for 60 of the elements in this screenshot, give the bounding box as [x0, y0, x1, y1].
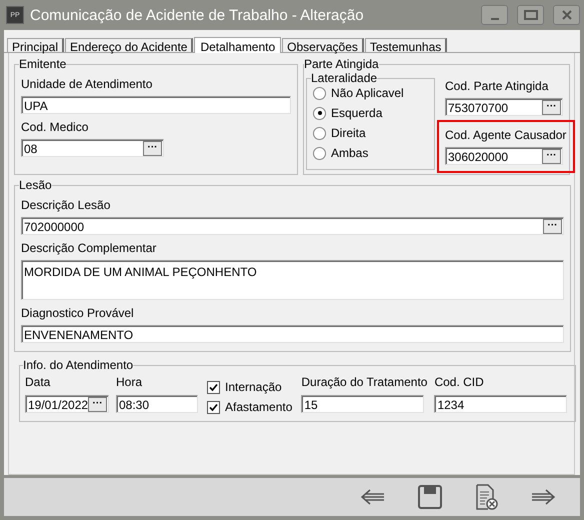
maximize-icon — [524, 10, 538, 20]
lookup-button[interactable]: ··· — [143, 140, 162, 156]
input-field[interactable]: 702000000 ··· — [21, 217, 564, 235]
forward-arrow-icon[interactable] — [530, 488, 556, 506]
minimize-button[interactable] — [481, 5, 508, 25]
lookup-button[interactable]: ··· — [543, 218, 562, 234]
text-area[interactable]: MORDIDA DE UM ANIMAL PEÇONHENTO — [21, 260, 564, 300]
group-title: Lateralidade — [311, 71, 378, 85]
field-label: Cod. Agente Causador — [445, 128, 567, 142]
field-label: Descrição Complementar — [21, 241, 158, 255]
checkbox-label: Internação — [225, 380, 282, 394]
tab[interactable]: Principal — [7, 38, 64, 52]
radio-button[interactable] — [313, 126, 326, 140]
input-field[interactable]: 19/01/2022 ··· — [25, 395, 109, 413]
input-field[interactable]: ENVENENAMENTO — [21, 325, 564, 343]
input-field[interactable]: 753070700 ··· — [445, 98, 563, 116]
save-icon[interactable] — [418, 485, 442, 509]
field-label: Cod. Medico — [21, 120, 90, 134]
tab[interactable]: Observações — [282, 38, 364, 52]
lookup-button[interactable]: ··· — [542, 148, 561, 164]
option-label: Esquerda — [331, 106, 382, 120]
back-arrow-icon[interactable] — [360, 488, 386, 506]
checkbox-label: Afastamento — [225, 400, 292, 414]
minimize-icon — [490, 18, 498, 20]
group-title: Info. do Atendimento — [23, 358, 134, 372]
radio-button[interactable] — [313, 106, 326, 120]
field-label: Cod. CID — [434, 375, 485, 389]
group-title: Lesão — [19, 178, 52, 192]
option-label: Direita — [331, 126, 366, 140]
field-label: Unidade de Atendimento — [21, 77, 154, 91]
input-field[interactable]: UPA — [21, 96, 291, 114]
radio-button[interactable] — [313, 146, 326, 160]
radio-button[interactable] — [313, 86, 326, 100]
close-button[interactable] — [553, 5, 580, 25]
field-label: Cod. Parte Atingida — [445, 79, 550, 93]
field-label: Data — [25, 375, 52, 389]
maximize-button[interactable] — [517, 5, 544, 25]
group-title: Emitente — [19, 57, 66, 71]
field-label: Diagnostico Provável — [21, 306, 135, 320]
lookup-button[interactable]: ··· — [542, 100, 561, 114]
tab[interactable]: Endereço do Acidente — [65, 38, 194, 52]
tab[interactable]: Detalhamento — [194, 37, 282, 53]
input-field[interactable]: 15 — [301, 395, 424, 413]
option-label: Ambas — [331, 146, 368, 160]
field-label: Hora — [116, 375, 144, 389]
group-title: Parte Atingida — [304, 57, 379, 71]
tab[interactable]: Testemunhas — [364, 38, 448, 52]
field-label: Descrição Lesão — [21, 198, 112, 212]
lookup-button[interactable]: ··· — [88, 396, 107, 412]
field-label: Duração do Tratamento — [301, 375, 428, 389]
input-field[interactable]: 306020000 ··· — [445, 147, 563, 165]
checkbox[interactable] — [207, 400, 220, 414]
option-label: Não Aplicavel — [331, 86, 404, 100]
close-icon — [560, 10, 572, 20]
checkbox[interactable] — [207, 380, 220, 394]
window-title: Comunicação de Acidente de Trabalho - Alteração — [30, 6, 365, 24]
input-field[interactable]: 08:30 — [116, 395, 198, 413]
input-field[interactable]: 1234 — [434, 395, 568, 413]
input-field[interactable]: 08 ··· — [21, 139, 164, 157]
document-cancel-icon[interactable] — [474, 484, 498, 510]
